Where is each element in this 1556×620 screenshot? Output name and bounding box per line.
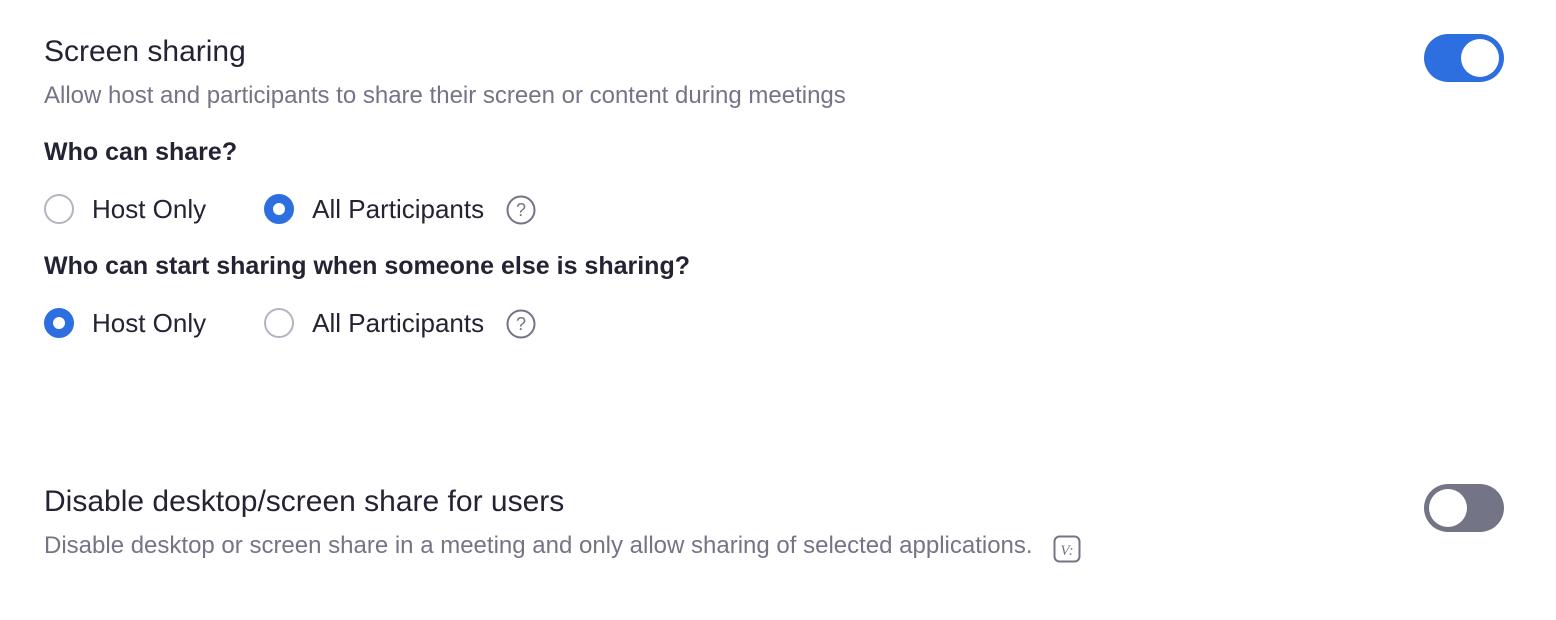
screen-sharing-title: Screen sharing (44, 35, 246, 68)
toggle-knob (1461, 39, 1499, 77)
host-only-label: Host Only (92, 308, 207, 338)
who-can-share-question: Who can share? (44, 138, 238, 166)
disable-desktop-share-description-text: Disable desktop or screen share in a mee… (44, 532, 1033, 559)
who-can-start-sharing-question: Who can start sharing when someone else … (44, 252, 690, 280)
who-can-start-sharing-radio-group: Host Only All Participants ? (44, 304, 1504, 342)
disable-desktop-share-toggle[interactable] (1424, 484, 1504, 532)
toggle-knob (1429, 489, 1467, 527)
who-can-share-all-participants-option[interactable]: All Participants (264, 191, 484, 227)
all-participants-radio[interactable] (264, 194, 295, 224)
version-badge-icon: V: (1053, 535, 1081, 563)
question-circle-icon[interactable]: ? (506, 309, 536, 339)
screen-sharing-description-text: Allow host and participants to share the… (44, 82, 846, 109)
disable-desktop-share-title: Disable desktop/screen share for users (44, 485, 565, 518)
who-can-share-radio-group: Host Only All Participants ? (44, 190, 1504, 228)
disable-desktop-share-description: Disable desktop or screen share in a mee… (44, 528, 1504, 564)
host-only-radio[interactable] (44, 194, 74, 224)
who-can-share-host-only-option[interactable]: Host Only (44, 191, 206, 227)
svg-text:?: ? (516, 200, 526, 220)
host-only-label: Host Only (92, 194, 207, 224)
version-badge-text: V: (1060, 543, 1073, 559)
all-participants-label: All Participants (312, 308, 485, 338)
screen-sharing-description: Allow host and participants to share the… (44, 78, 1504, 114)
question-circle-icon[interactable]: ? (506, 195, 536, 225)
start-sharing-host-only-option[interactable]: Host Only (44, 305, 206, 341)
screen-sharing-toggle[interactable] (1424, 34, 1504, 82)
disable-desktop-share-setting: Disable desktop/screen share for users D… (44, 480, 1504, 564)
all-participants-radio[interactable] (264, 308, 295, 338)
host-only-radio[interactable] (44, 308, 74, 338)
svg-text:?: ? (516, 314, 526, 334)
screen-sharing-setting: Screen sharing Allow host and participan… (44, 30, 1504, 342)
start-sharing-all-participants-option[interactable]: All Participants (264, 305, 484, 341)
all-participants-label: All Participants (312, 194, 485, 224)
